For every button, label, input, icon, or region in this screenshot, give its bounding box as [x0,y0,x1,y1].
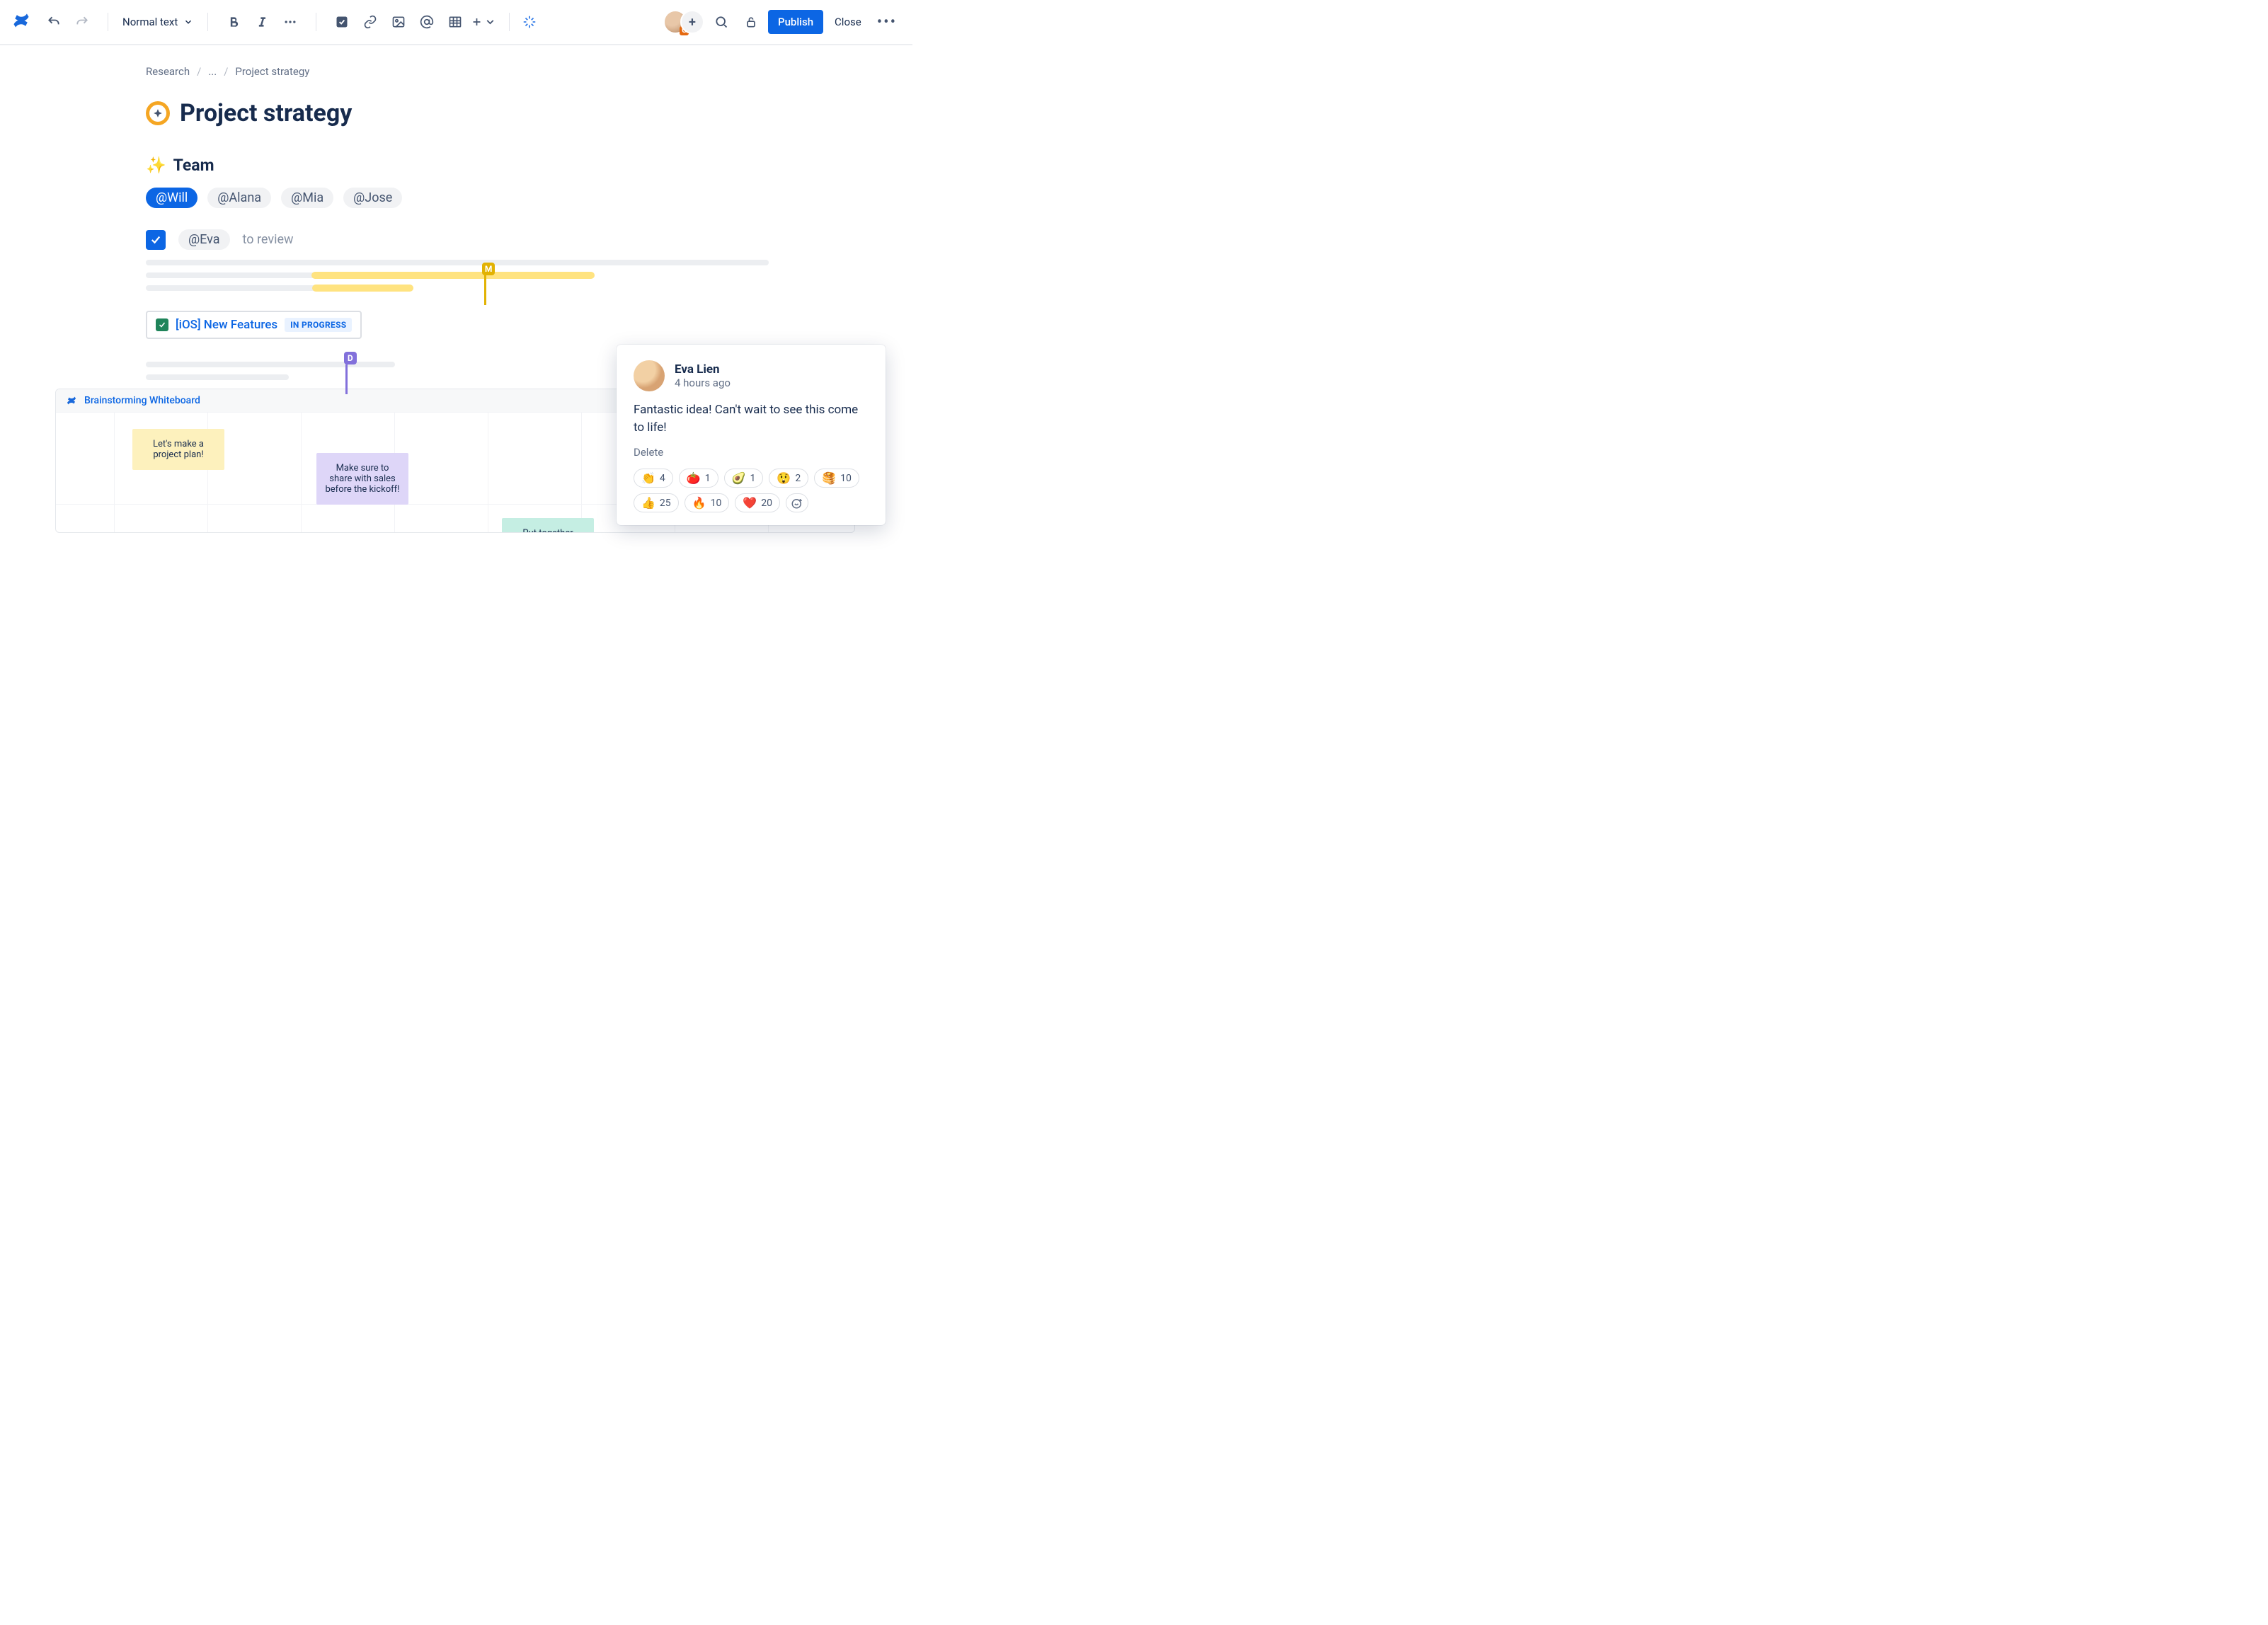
confluence-logo[interactable] [11,11,31,33]
reaction-count: 10 [840,473,852,484]
reaction-count: 1 [750,473,756,484]
image-button[interactable] [386,9,411,35]
reaction-count: 10 [711,498,722,509]
page-collaborators: G + [663,10,704,34]
close-button[interactable]: Close [827,10,869,34]
mention-chip[interactable]: @Will [146,188,197,208]
embed-title: Brainstorming Whiteboard [84,395,200,406]
comment-timestamp: 4 hours ago [675,377,731,389]
publish-button[interactable]: Publish [768,10,823,34]
comment-author-avatar[interactable] [634,360,665,391]
comment-author-name[interactable]: Eva Lien [675,362,731,377]
breadcrumb-item[interactable]: Research [146,65,190,78]
reaction-pill[interactable]: 👏4 [634,469,673,488]
page-title: Project strategy [146,99,769,127]
ai-assist-button[interactable] [517,9,542,35]
comment-marker[interactable]: M [482,263,495,275]
insert-more-button[interactable] [471,9,496,35]
jira-issue-type-icon [156,318,168,331]
reaction-count: 4 [660,473,665,484]
action-item-button[interactable] [329,9,355,35]
comment-body: Fantastic idea! Can't wait to see this c… [634,401,869,436]
reaction-emoji: 👏 [641,471,655,485]
jira-status-lozenge: IN PROGRESS [285,318,352,332]
reaction-pill[interactable]: 🥑1 [724,469,764,488]
reaction-count: 20 [761,498,772,509]
breadcrumb: Research / ... / Project strategy [146,65,769,78]
task-row: @Eva to review [146,229,769,250]
reaction-count: 25 [660,498,671,509]
breadcrumb-item[interactable]: Project strategy [235,65,309,78]
jira-issue-card[interactable]: [iOS] New Features IN PROGRESS [146,311,362,339]
reaction-pill[interactable]: 🔥 10 [685,493,730,512]
add-reaction-button[interactable] [786,493,808,512]
sparkles-icon: ✨ [146,156,166,175]
breadcrumb-separator: / [224,65,228,78]
editor-toolbar: Normal text G + [0,0,912,45]
reaction-emoji: 😲 [777,471,791,485]
sticky-note[interactable]: Put together [502,518,594,533]
reaction-emoji: 🥞 [822,471,836,485]
mention-chip[interactable]: @Eva [178,229,230,250]
link-button[interactable] [357,9,383,35]
text-style-dropdown[interactable]: Normal text [115,9,200,35]
comment-marker-stem [345,364,348,394]
reaction-emoji: 👍 [641,496,655,510]
reaction-pill[interactable]: 🍅1 [679,469,718,488]
breadcrumb-separator: / [197,65,201,78]
italic-button[interactable] [249,9,275,35]
more-actions-button[interactable]: ••• [873,13,901,31]
reaction-emoji: 🥑 [732,471,746,485]
task-text: to review [243,232,294,247]
team-heading: ✨ Team [146,156,769,175]
comment-marker-stem [484,275,486,305]
mention-button[interactable] [414,9,440,35]
comment-delete-link[interactable]: Delete [634,446,869,459]
page-title-text: Project strategy [180,99,352,127]
more-formatting-button[interactable] [277,9,303,35]
reaction-count: 2 [795,473,801,484]
comment-highlight [311,272,594,279]
content-placeholder [146,374,289,380]
content-placeholder: D [146,362,395,367]
task-checkbox[interactable] [146,230,166,250]
reaction-pill[interactable]: 🥞 10 [814,469,859,488]
content-placeholder: M [146,272,595,278]
reaction-pill[interactable]: 😲2 [769,469,808,488]
mention-chip[interactable]: @Mia [281,188,333,208]
undo-button[interactable] [41,9,67,35]
restrictions-button[interactable] [738,9,764,35]
table-button[interactable] [442,9,468,35]
sticky-note[interactable]: Let's make a project plan! [132,429,224,470]
search-button[interactable] [709,9,734,35]
reaction-count: 1 [705,473,711,484]
reaction-pill[interactable]: 👍 25 [634,493,679,512]
redo-button[interactable] [69,9,95,35]
bold-button[interactable] [221,9,246,35]
comment-highlight [312,285,414,292]
toolbar-separator [509,13,510,31]
invite-button[interactable]: + [680,10,704,34]
compass-icon [146,101,170,125]
reaction-emoji: 🍅 [687,471,701,485]
inline-comment-popover: Eva Lien 4 hours ago Fantastic idea! Can… [617,345,886,525]
reaction-emoji: 🔥 [692,496,706,510]
sticky-note[interactable]: Make sure to share with sales before the… [316,453,408,505]
team-heading-text: Team [173,156,214,175]
mention-chip[interactable]: @Jose [343,188,402,208]
comment-reactions: 👏4🍅1🥑1😲2🥞10👍25🔥10❤️20 [634,469,869,512]
mention-chip[interactable]: @Alana [207,188,271,208]
toolbar-separator [207,13,208,31]
content-placeholder [146,260,769,265]
reaction-emoji: ❤️ [743,496,757,510]
comment-marker[interactable]: D [344,352,357,364]
team-mentions-row: @Will @Alana @Mia @Jose [146,188,769,208]
content-placeholder [146,285,413,291]
reaction-pill[interactable]: ❤️ 20 [735,493,780,512]
breadcrumb-item[interactable]: ... [208,65,217,78]
text-style-label: Normal text [122,16,178,28]
jira-issue-title: [iOS] New Features [176,318,277,332]
